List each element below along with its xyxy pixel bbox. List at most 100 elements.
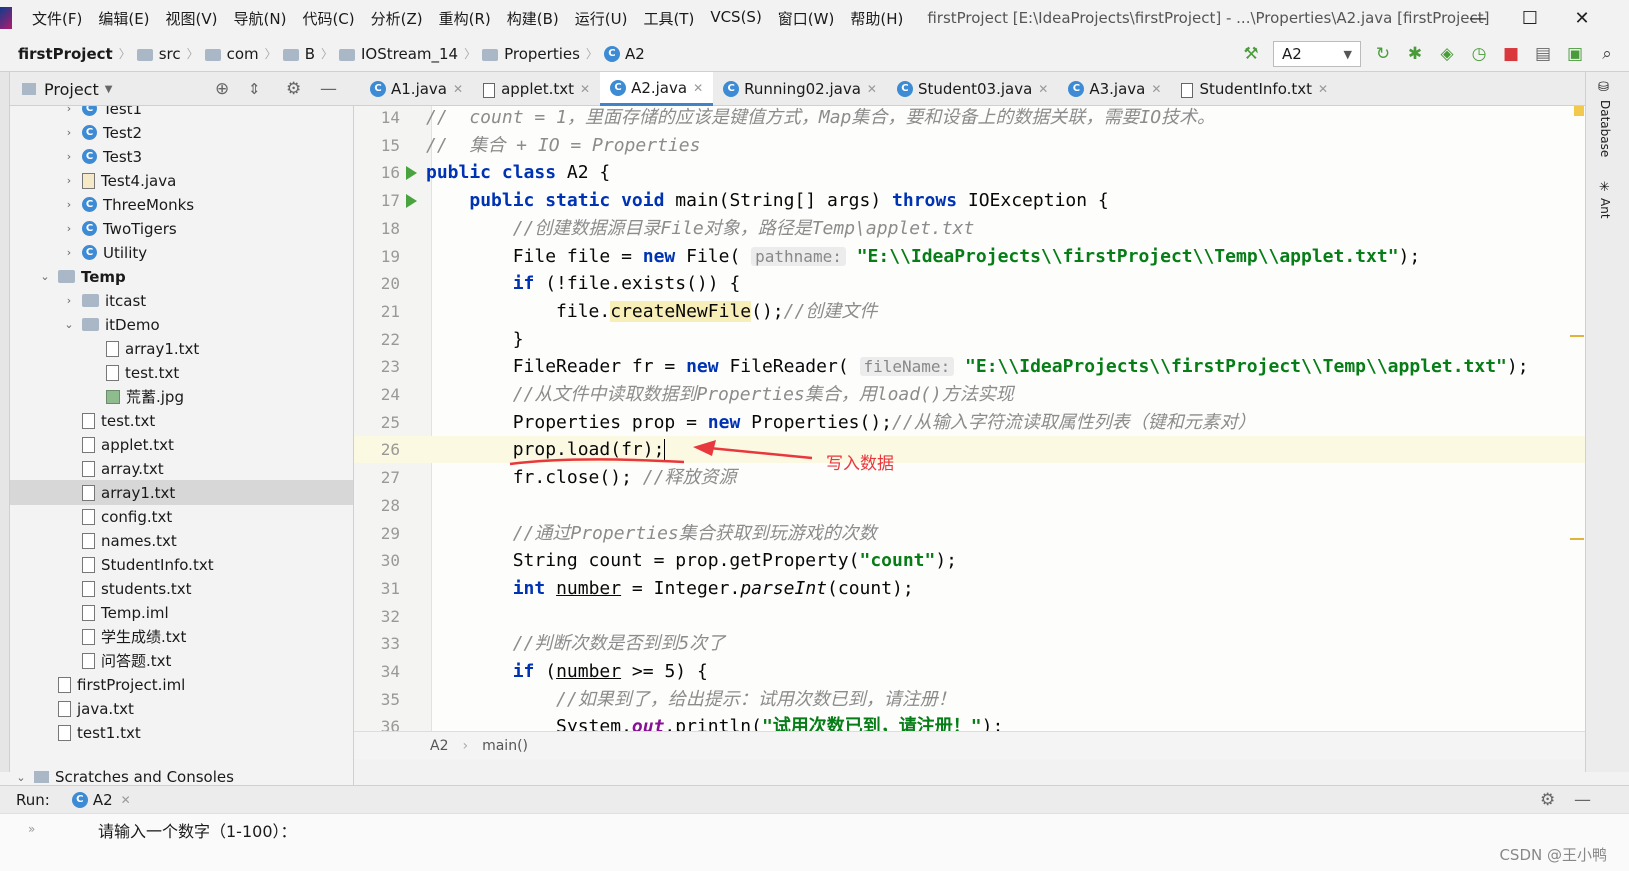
scratches-row[interactable]: ⌄ Scratches and Consoles (10, 768, 354, 785)
close-icon[interactable]: ✕ (1318, 82, 1328, 96)
tab-a2-java[interactable]: C A2.java ✕ (600, 72, 714, 106)
expand-icon[interactable]: » (28, 822, 35, 836)
close-icon[interactable]: ✕ (1038, 82, 1048, 96)
breadcrumb-item[interactable]: IOStream_14 (339, 45, 458, 63)
close-icon[interactable]: ✕ (580, 82, 590, 96)
menu-item[interactable]: 重构(R) (431, 8, 499, 29)
breadcrumb-item[interactable]: C A2 (603, 45, 645, 63)
menu-item[interactable]: 帮助(H) (842, 8, 911, 29)
menu-item[interactable]: 分析(Z) (363, 8, 431, 29)
tab-running02-java[interactable]: C Running02.java ✕ (713, 72, 887, 106)
terminal-icon[interactable]: ▣ (1561, 40, 1589, 68)
close-icon[interactable]: ✕ (121, 793, 131, 807)
code-editor[interactable]: 14// count = 1，里面存储的应该是键值方式，Map集合，要和设备上的… (354, 106, 1585, 731)
stop-icon[interactable]: ■ (1497, 40, 1525, 68)
tree-item[interactable]: array.txt (10, 456, 353, 481)
chevron-right-icon[interactable]: › (62, 106, 76, 115)
breadcrumb-item[interactable]: B (282, 45, 315, 63)
chevron-down-icon[interactable]: ⌄ (38, 270, 52, 283)
breadcrumb-item[interactable]: src (136, 45, 181, 63)
chevron-right-icon[interactable]: › (62, 246, 76, 259)
chevron-down-icon[interactable]: ▼ (105, 84, 113, 95)
tree-item[interactable]: 荒蓄.jpg (10, 384, 353, 409)
tree-item[interactable]: array1.txt (10, 480, 353, 505)
menu-item[interactable]: 导航(N) (226, 8, 295, 29)
close-window-icon[interactable]: ✕ (1556, 0, 1608, 36)
tab-a3-java[interactable]: C A3.java ✕ (1058, 72, 1171, 106)
chevron-down-icon[interactable]: ⌄ (62, 318, 76, 331)
tree-item[interactable]: ⌄ Temp (10, 264, 353, 289)
tree-item[interactable]: java.txt (10, 696, 353, 721)
menu-item[interactable]: 运行(U) (567, 8, 636, 29)
minimize-icon[interactable]: — (1452, 0, 1504, 36)
menu-item[interactable]: 工具(T) (635, 8, 702, 29)
debug-bug-icon[interactable]: ✱ (1401, 40, 1429, 68)
tab-a1-java[interactable]: C A1.java ✕ (360, 72, 473, 106)
locate-icon[interactable]: ⊕ (215, 79, 229, 99)
close-icon[interactable]: ✕ (693, 81, 703, 95)
collapse-all-icon[interactable]: ⇕ (248, 80, 261, 98)
coverage-icon[interactable]: ◈ (1433, 40, 1461, 68)
warning-marker[interactable] (1574, 106, 1584, 116)
tree-item[interactable]: › Test4.java (10, 168, 353, 193)
search-icon[interactable]: ⌕ (1593, 40, 1621, 68)
project-panel-title[interactable]: Project (44, 80, 99, 99)
tree-item[interactable]: test.txt (10, 360, 353, 385)
tree-item[interactable]: names.txt (10, 528, 353, 553)
chevron-right-icon[interactable]: › (62, 150, 76, 163)
tree-item[interactable]: firstProject.iml (10, 672, 353, 697)
tree-item[interactable]: › C Test1 (10, 106, 353, 121)
tree-item[interactable]: applet.txt (10, 432, 353, 457)
tree-item[interactable]: Temp.iml (10, 600, 353, 625)
editor-crumb-method[interactable]: main() (482, 738, 528, 754)
gear-icon[interactable]: ⚙ (1540, 790, 1555, 810)
tree-item[interactable]: 学生成绩.txt (10, 624, 353, 649)
tree-item[interactable]: › C Test2 (10, 120, 353, 145)
menu-item[interactable]: 编辑(E) (90, 8, 157, 29)
tree-item[interactable]: StudentInfo.txt (10, 552, 353, 577)
tree-item[interactable]: test1.txt (10, 720, 353, 745)
tree-item[interactable]: › C Test3 (10, 144, 353, 169)
error-stripe-mark[interactable] (1570, 538, 1584, 540)
project-structure-icon[interactable]: ▤ (1529, 40, 1557, 68)
console-output[interactable]: 请输入一个数字（1-100）： » CSDN @王小鸭 (0, 813, 1629, 871)
menu-item[interactable]: 窗口(W) (770, 8, 843, 29)
build-hammer-icon[interactable]: ⚒ (1237, 40, 1265, 68)
hide-panel-icon[interactable]: — (1574, 790, 1591, 810)
chevron-right-icon[interactable]: › (62, 222, 76, 235)
menu-item[interactable]: 代码(C) (294, 8, 362, 29)
breadcrumb-item[interactable]: Properties (482, 45, 580, 63)
tree-item[interactable]: › C Utility (10, 240, 353, 265)
database-tool-tab[interactable]: Database (1598, 100, 1612, 157)
close-icon[interactable]: ✕ (453, 82, 463, 96)
error-stripe-mark[interactable] (1570, 335, 1584, 337)
tree-item[interactable]: 问答题.txt (10, 648, 353, 673)
breadcrumb-item[interactable]: firstProject (18, 45, 113, 63)
maximize-icon[interactable]: ☐ (1504, 0, 1556, 36)
tab-studentinfo-txt[interactable]: StudentInfo.txt ✕ (1171, 72, 1338, 106)
close-icon[interactable]: ✕ (867, 82, 877, 96)
tree-item[interactable]: › C TwoTigers (10, 216, 353, 241)
tree-item[interactable]: config.txt (10, 504, 353, 529)
chevron-right-icon[interactable]: › (62, 126, 76, 139)
tab-applet-txt[interactable]: applet.txt ✕ (473, 72, 600, 106)
run-configuration-select[interactable]: A2 ▼ (1273, 41, 1361, 67)
breadcrumb-item[interactable]: com (204, 45, 259, 63)
rerun-icon[interactable]: ↻ (1369, 40, 1397, 68)
chevron-right-icon[interactable]: › (62, 198, 76, 211)
profile-icon[interactable]: ◷ (1465, 40, 1493, 68)
chevron-right-icon[interactable]: › (62, 294, 76, 307)
hide-panel-icon[interactable]: — (320, 79, 337, 99)
editor-crumb-class[interactable]: A2 (430, 738, 448, 754)
menu-item[interactable]: 视图(V) (158, 8, 226, 29)
menu-item[interactable]: 文件(F) (24, 8, 90, 29)
chevron-right-icon[interactable]: › (62, 174, 76, 187)
tree-item[interactable]: test.txt (10, 408, 353, 433)
tree-item[interactable]: › C ThreeMonks (10, 192, 353, 217)
tab-student03-java[interactable]: C Student03.java ✕ (887, 72, 1058, 106)
tree-item[interactable]: students.txt (10, 576, 353, 601)
close-icon[interactable]: ✕ (1151, 82, 1161, 96)
tree-item[interactable]: ⌄ itDemo (10, 312, 353, 337)
run-tab[interactable]: C A2 ✕ (71, 791, 131, 809)
tree-item[interactable]: array1.txt (10, 336, 353, 361)
